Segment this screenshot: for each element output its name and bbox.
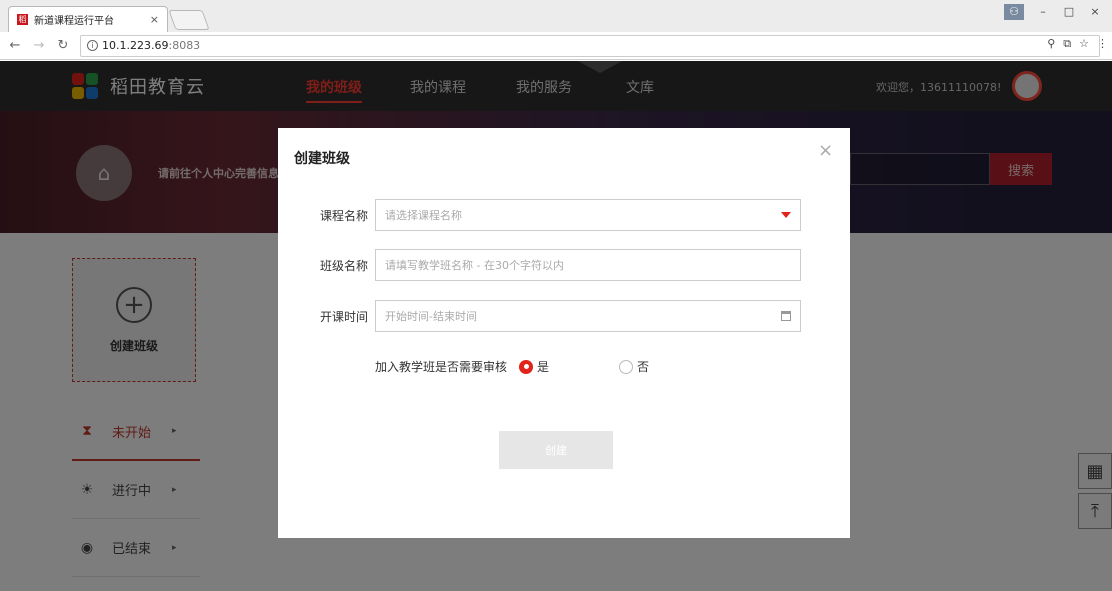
class-name-field[interactable]: 请填写教学班名称 - 在30个字符以内 (375, 249, 801, 281)
class-name-label: 班级名称 (319, 259, 368, 273)
browser-tabbar: 稻 新道课程运行平台 × ⚇ – □ × (0, 0, 1112, 32)
radio-unchecked-icon (619, 359, 634, 374)
window-controls: ⚇ – □ × (1004, 4, 1108, 20)
tab-title: 新道课程运行平台 (34, 16, 114, 27)
radio-checked-icon (519, 359, 534, 374)
address-bar: ← → ↻ i 10.1.223.69:8083 ⚲ ⧉ ☆ ⋮ (0, 32, 1112, 60)
class-name-placeholder: 请填写教学班名称 - 在30个字符以内 (385, 259, 564, 272)
address-actions: ⚲ ⧉ ☆ ⋮ (1047, 37, 1108, 51)
profile-icon[interactable]: ⚇ (1004, 4, 1024, 20)
menu-icon[interactable]: ⋮ (1097, 37, 1108, 51)
course-select[interactable]: 请选择课程名称 (375, 199, 801, 231)
dialog-title: 创建班级 (294, 151, 350, 167)
audit-yes-label: 是 (537, 360, 550, 374)
close-window-button[interactable]: × (1082, 4, 1108, 20)
audit-label: 加入教学班是否需要审核 (375, 360, 508, 374)
audit-no-radio[interactable]: 否 (619, 358, 649, 375)
tab-close-icon[interactable]: × (150, 13, 159, 26)
course-placeholder: 请选择课程名称 (385, 209, 462, 222)
favicon-icon: 稻 (17, 14, 28, 25)
forward-icon[interactable]: → (30, 38, 48, 53)
chevron-down-icon (781, 212, 791, 218)
url-input[interactable]: i 10.1.223.69:8083 (80, 34, 1100, 57)
new-tab-button[interactable] (168, 10, 210, 30)
audit-no-label: 否 (637, 360, 650, 374)
back-icon[interactable]: ← (6, 38, 24, 53)
url-host: 10.1.223.69 (102, 39, 169, 52)
key-icon[interactable]: ⚲ (1047, 37, 1055, 51)
date-range-placeholder: 开始时间-结束时间 (385, 310, 477, 323)
maximize-button[interactable]: □ (1056, 4, 1082, 20)
url-port: :8083 (168, 39, 201, 52)
audit-option-row: 加入教学班是否需要审核 是 否 (375, 358, 649, 375)
course-name-label: 课程名称 (319, 209, 368, 223)
page-content: 稻田教育云 我的班级 我的课程 我的服务 文库 欢迎您，13611110078!… (0, 61, 1112, 591)
close-icon[interactable]: × (818, 140, 833, 161)
bookmark-star-icon[interactable]: ☆ (1079, 37, 1089, 51)
create-button[interactable]: 创建 (499, 431, 613, 469)
date-range-field[interactable]: 开始时间-结束时间 (375, 300, 801, 332)
minimize-button[interactable]: – (1030, 4, 1056, 20)
reload-icon[interactable]: ↻ (54, 38, 72, 53)
start-time-label: 开课时间 (319, 310, 368, 324)
create-class-dialog: 创建班级 × 课程名称 请选择课程名称 班级名称 请填写教学班名称 - 在30个… (278, 128, 850, 538)
browser-tab[interactable]: 稻 新道课程运行平台 × (8, 6, 168, 32)
translate-icon[interactable]: ⧉ (1063, 37, 1071, 51)
calendar-icon[interactable] (781, 311, 791, 321)
audit-yes-radio[interactable]: 是 (519, 358, 549, 375)
info-icon[interactable]: i (87, 40, 98, 51)
